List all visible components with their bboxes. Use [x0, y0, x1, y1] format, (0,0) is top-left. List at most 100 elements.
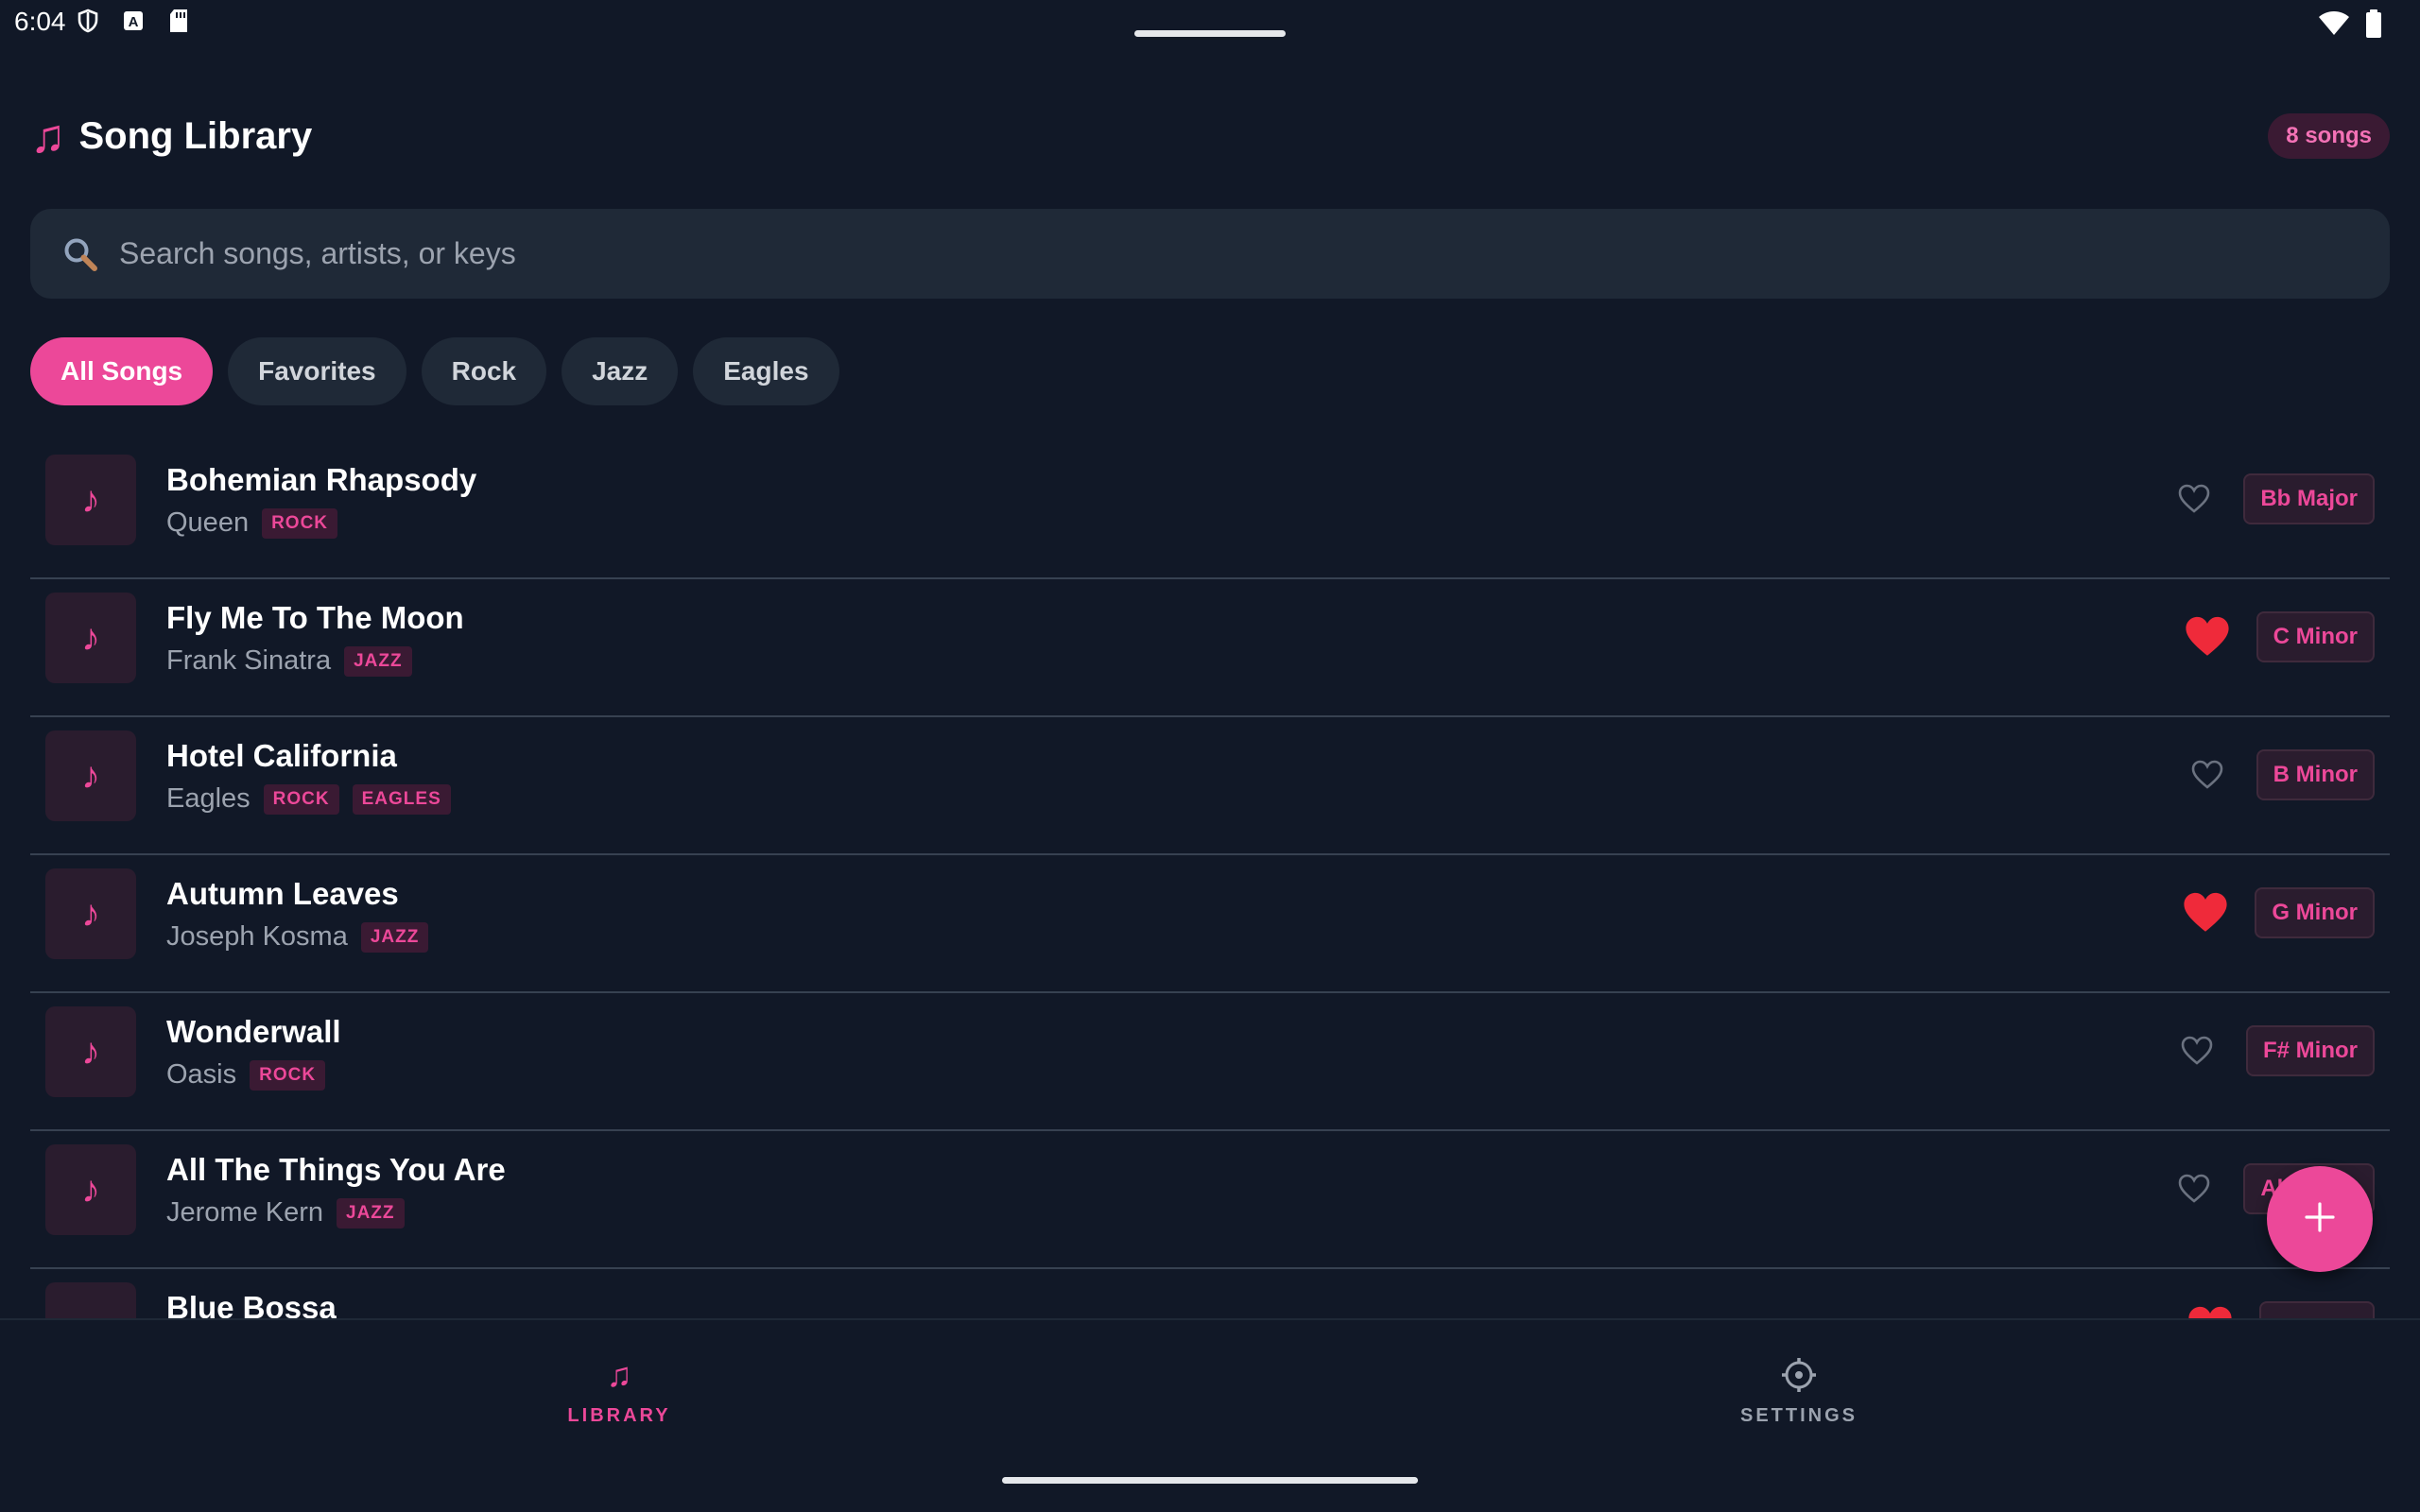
song-meta: Eagles ROCK EAGLES	[166, 783, 451, 815]
song-thumbnail: ♪	[45, 730, 136, 821]
key-badge: F# Minor	[2246, 1025, 2375, 1076]
status-time: 6:04	[14, 7, 66, 36]
shield-icon	[76, 9, 100, 33]
music-note-icon: ♪	[81, 478, 100, 521]
song-actions: C Minor	[2185, 611, 2375, 662]
a-icon: A	[121, 9, 146, 33]
song-title: Bohemian Rhapsody	[166, 462, 477, 497]
song-artist: Jerome Kern	[166, 1197, 324, 1228]
song-tag: EAGLES	[352, 783, 451, 815]
nav-library-label: LIBRARY	[567, 1405, 671, 1426]
nav-library[interactable]: ♫ LIBRARY	[525, 1354, 714, 1427]
music-note-icon: ♪	[81, 616, 100, 659]
music-note-icon: ♪	[81, 892, 100, 935]
song-meta: Joseph Kosma JAZZ	[166, 921, 429, 953]
song-thumbnail: ♪	[45, 593, 136, 683]
song-tag: ROCK	[263, 783, 339, 815]
nav-settings[interactable]: SETTINGS	[1704, 1354, 1893, 1427]
song-actions	[2187, 1301, 2375, 1318]
song-title: Wonderwall	[166, 1014, 341, 1049]
chip-eagles[interactable]: Eagles	[693, 337, 839, 405]
heart-outline-icon[interactable]	[2171, 1166, 2217, 1211]
song-row[interactable]: ♪ Blue Bossa	[30, 1269, 2390, 1318]
svg-text:A: A	[129, 14, 139, 30]
gesture-handle	[1002, 1477, 1418, 1484]
song-artist: Queen	[166, 507, 250, 538]
heart-outline-icon[interactable]	[2171, 476, 2217, 522]
search-input[interactable]	[119, 236, 2390, 271]
song-tag: JAZZ	[344, 645, 412, 677]
screen: 6:04 A ♫ Song Library 8 songs Search son…	[0, 0, 2420, 1512]
status-icons-left: A	[76, 9, 191, 33]
status-icons-right	[2318, 9, 2382, 43]
music-note-icon: ♪	[81, 1168, 100, 1211]
search-icon	[60, 234, 100, 274]
song-artist: Joseph Kosma	[166, 921, 348, 952]
key-badge: C Minor	[2256, 611, 2375, 662]
song-row[interactable]: ♪ Wonderwall Oasis ROCK F# Minor	[30, 993, 2390, 1131]
song-meta: Jerome Kern JAZZ	[166, 1197, 405, 1228]
song-title: Autumn Leaves	[166, 876, 399, 911]
song-thumbnail: ♪	[45, 1282, 136, 1318]
gear-icon	[1780, 1354, 1818, 1396]
search-bar[interactable]	[30, 209, 2390, 299]
song-meta: Queen ROCK	[166, 507, 338, 539]
status-bar: 6:04 A	[0, 0, 2420, 47]
chip-all-songs[interactable]: All Songs	[30, 337, 214, 405]
song-row[interactable]: ♪ Fly Me To The Moon Frank Sinatra JAZZ …	[30, 579, 2390, 717]
heart-filled-icon[interactable]	[2185, 614, 2230, 660]
key-badge: Bb Major	[2243, 473, 2375, 524]
song-meta: Oasis ROCK	[166, 1059, 326, 1091]
song-thumbnail: ♪	[45, 868, 136, 959]
heart-outline-icon[interactable]	[2174, 1028, 2220, 1074]
page-header: ♫ Song Library	[30, 106, 312, 166]
music-note-icon: ♪	[81, 754, 100, 797]
sd-card-icon	[166, 9, 191, 33]
heart-filled-icon[interactable]	[2187, 1304, 2233, 1318]
song-list: ♪ Bohemian Rhapsody Queen ROCK Bb Major …	[30, 441, 2390, 1318]
song-tag: JAZZ	[337, 1197, 405, 1228]
nav-settings-label: SETTINGS	[1739, 1405, 1858, 1426]
music-note-icon: ♪	[81, 1307, 100, 1319]
heart-filled-icon[interactable]	[2183, 890, 2228, 936]
song-thumbnail: ♪	[45, 455, 136, 545]
chip-jazz[interactable]: Jazz	[562, 337, 679, 405]
song-row[interactable]: ♪ Bohemian Rhapsody Queen ROCK Bb Major	[30, 441, 2390, 579]
song-tag: JAZZ	[360, 921, 429, 953]
song-artist: Eagles	[166, 783, 251, 814]
add-song-button[interactable]	[2267, 1166, 2373, 1272]
song-thumbnail: ♪	[45, 1006, 136, 1097]
song-actions: F# Minor	[2174, 1025, 2375, 1076]
song-title: Hotel California	[166, 738, 397, 773]
top-handle	[1134, 30, 1286, 37]
chip-rock[interactable]: Rock	[421, 337, 547, 405]
wifi-icon	[2318, 10, 2350, 42]
music-note-icon: ♪	[81, 1030, 100, 1073]
key-badge: G Minor	[2255, 887, 2375, 938]
key-badge: B Minor	[2256, 749, 2375, 800]
song-tag: ROCK	[262, 507, 338, 539]
page-title: Song Library	[78, 114, 313, 157]
music-note-icon: ♫	[30, 110, 66, 163]
song-actions: B Minor	[2185, 749, 2375, 800]
song-title: Blue Bossa	[166, 1290, 337, 1318]
song-tag: ROCK	[250, 1059, 326, 1091]
song-artist: Oasis	[166, 1059, 237, 1090]
song-title: Fly Me To The Moon	[166, 600, 464, 635]
song-thumbnail: ♪	[45, 1144, 136, 1235]
song-actions: Bb Major	[2171, 473, 2375, 524]
music-note-icon: ♫	[606, 1355, 632, 1394]
plus-icon	[2304, 1201, 2336, 1238]
song-title: All The Things You Are	[166, 1152, 506, 1187]
heart-outline-icon[interactable]	[2185, 752, 2230, 798]
song-meta: Frank Sinatra JAZZ	[166, 645, 412, 677]
song-row[interactable]: ♪ All The Things You Are Jerome Kern JAZ…	[30, 1131, 2390, 1269]
battery-icon	[2365, 9, 2382, 43]
song-row[interactable]: ♪ Hotel California Eagles ROCK EAGLES B …	[30, 717, 2390, 855]
chip-favorites[interactable]: Favorites	[228, 337, 406, 405]
song-count-badge: 8 songs	[2268, 113, 2390, 159]
song-artist: Frank Sinatra	[166, 645, 332, 676]
song-actions: G Minor	[2183, 887, 2375, 938]
key-badge	[2259, 1301, 2375, 1318]
song-row[interactable]: ♪ Autumn Leaves Joseph Kosma JAZZ G Mino…	[30, 855, 2390, 993]
